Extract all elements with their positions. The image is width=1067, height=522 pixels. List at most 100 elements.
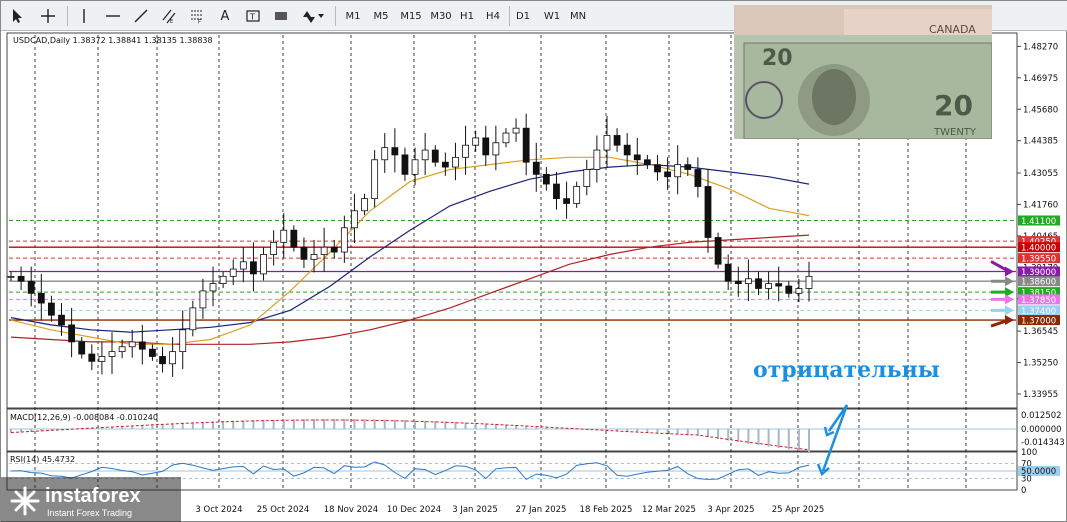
macd-header: MACD(12,26,9) -0.008084 -0.010240 bbox=[10, 413, 158, 422]
timeframe-h1[interactable]: H1 bbox=[457, 5, 477, 27]
trendline-icon[interactable] bbox=[131, 5, 151, 27]
y-tick-label: 1.36545 bbox=[1023, 327, 1058, 337]
timeframe-w1[interactable]: W1 bbox=[541, 5, 563, 27]
candle-body bbox=[805, 275, 813, 289]
candle-body bbox=[68, 324, 76, 343]
candle-body bbox=[643, 159, 651, 166]
candle-body bbox=[98, 356, 106, 362]
logo-tagline: Instant Forex Trading bbox=[47, 508, 133, 518]
level-tag-label: 1.40000 bbox=[1021, 244, 1056, 254]
macd-y-label: 0.012502 bbox=[1021, 411, 1062, 421]
fibonacci-icon[interactable]: F bbox=[187, 5, 207, 27]
candle-body bbox=[755, 278, 762, 289]
moving-averages bbox=[10, 156, 810, 345]
candle-body bbox=[724, 263, 732, 282]
text-label-icon[interactable]: T bbox=[243, 5, 263, 27]
candle-body bbox=[199, 290, 207, 309]
candle-body bbox=[502, 132, 510, 144]
horizontal-line-icon[interactable] bbox=[103, 5, 123, 27]
candle-body bbox=[734, 280, 742, 285]
timeframe-m30[interactable]: M30 bbox=[427, 5, 455, 27]
x-tick-label: 3 Jan 2025 bbox=[452, 505, 498, 515]
level-arrow-head bbox=[1005, 315, 1014, 326]
candle-body bbox=[714, 237, 722, 265]
candle-body bbox=[239, 261, 247, 270]
svg-text:T: T bbox=[249, 13, 255, 22]
crosshair-icon[interactable] bbox=[37, 5, 59, 27]
timeframe-m1[interactable]: M1 bbox=[341, 5, 365, 27]
rsi-header: RSI(14) 45.4732 bbox=[10, 455, 75, 464]
candle-body bbox=[462, 144, 469, 158]
cursor-icon[interactable] bbox=[7, 5, 27, 27]
macd-y-label: -0.014343 bbox=[1021, 438, 1065, 448]
candle-body bbox=[785, 285, 793, 294]
candle-body bbox=[553, 183, 560, 200]
svg-text:20: 20 bbox=[934, 89, 973, 122]
candle-body bbox=[229, 268, 237, 277]
candle-body bbox=[17, 275, 25, 282]
candle-body bbox=[431, 149, 439, 163]
candle-body bbox=[280, 229, 288, 243]
candle-body bbox=[159, 356, 166, 365]
candle-body bbox=[169, 351, 177, 365]
rectangle-icon[interactable] bbox=[271, 5, 291, 27]
vertical-line-icon[interactable] bbox=[75, 5, 93, 27]
candle-body bbox=[603, 135, 611, 151]
text-tool-label: A bbox=[220, 8, 230, 24]
candle-body bbox=[330, 246, 338, 253]
level-tag-label: 1.38600 bbox=[1021, 278, 1056, 288]
macd-panel bbox=[6, 408, 1018, 452]
candle-body bbox=[583, 169, 591, 187]
candle-body bbox=[492, 142, 500, 156]
instaforex-logo-mark bbox=[10, 486, 40, 516]
arrows-icon[interactable] bbox=[299, 5, 327, 27]
candle-body bbox=[219, 275, 227, 285]
candle-body bbox=[654, 164, 661, 173]
svg-text:F: F bbox=[198, 20, 201, 25]
symbol-header: USDCAD,Daily 1.38372 1.38841 1.38135 1.3… bbox=[13, 36, 213, 45]
text-icon[interactable]: A bbox=[215, 5, 235, 27]
candle-body bbox=[593, 149, 601, 170]
candle-body bbox=[138, 341, 146, 350]
timeframe-m5[interactable]: M5 bbox=[369, 5, 393, 27]
rsi-y-label: 0 bbox=[1021, 486, 1026, 496]
candle-body bbox=[310, 254, 318, 260]
x-tick-label: 18 Feb 2025 bbox=[580, 505, 633, 515]
macd-signal-line bbox=[10, 419, 810, 451]
y-tick-label: 1.41760 bbox=[1023, 200, 1058, 210]
annotation-text: отрицательны bbox=[753, 357, 940, 383]
candle-body bbox=[391, 147, 399, 156]
candle-body bbox=[441, 161, 449, 168]
candle-body bbox=[48, 302, 55, 316]
candle-body bbox=[532, 161, 540, 175]
candle-body bbox=[775, 283, 783, 287]
candle-body bbox=[482, 137, 490, 156]
candle-body bbox=[270, 241, 278, 255]
candle-body bbox=[684, 164, 692, 170]
candle-body bbox=[421, 149, 429, 161]
instaforex-logo: instaforex Instant Forex Trading bbox=[1, 477, 181, 522]
candle-body bbox=[744, 278, 752, 285]
svg-text:20: 20 bbox=[762, 46, 793, 71]
candle-body bbox=[633, 154, 641, 161]
timeframe-h4[interactable]: H4 bbox=[483, 5, 503, 27]
candle-body bbox=[149, 348, 156, 357]
level-tag-label: 1.37000 bbox=[1021, 317, 1056, 327]
equidistant-channel-icon[interactable]: E bbox=[159, 5, 179, 27]
candle-body bbox=[118, 346, 126, 353]
y-tick-label: 1.43055 bbox=[1023, 169, 1058, 179]
y-tick-label: 1.35250 bbox=[1023, 359, 1058, 369]
level-arrow-head bbox=[1005, 294, 1014, 305]
y-tick-label: 1.45680 bbox=[1023, 105, 1058, 115]
timeframe-mn[interactable]: MN bbox=[567, 5, 589, 27]
candle-body bbox=[542, 173, 550, 185]
rsi-y-label: 100 bbox=[1021, 448, 1037, 458]
logo-brand: instaforex bbox=[45, 485, 141, 507]
candle-body bbox=[381, 147, 389, 161]
y-tick-label: 1.48270 bbox=[1023, 42, 1058, 52]
timeframe-d1[interactable]: D1 bbox=[513, 5, 533, 27]
candle-body bbox=[37, 292, 45, 304]
ma-mid-line bbox=[10, 163, 810, 333]
candle-body bbox=[694, 169, 702, 187]
timeframe-m15[interactable]: M15 bbox=[397, 5, 425, 27]
